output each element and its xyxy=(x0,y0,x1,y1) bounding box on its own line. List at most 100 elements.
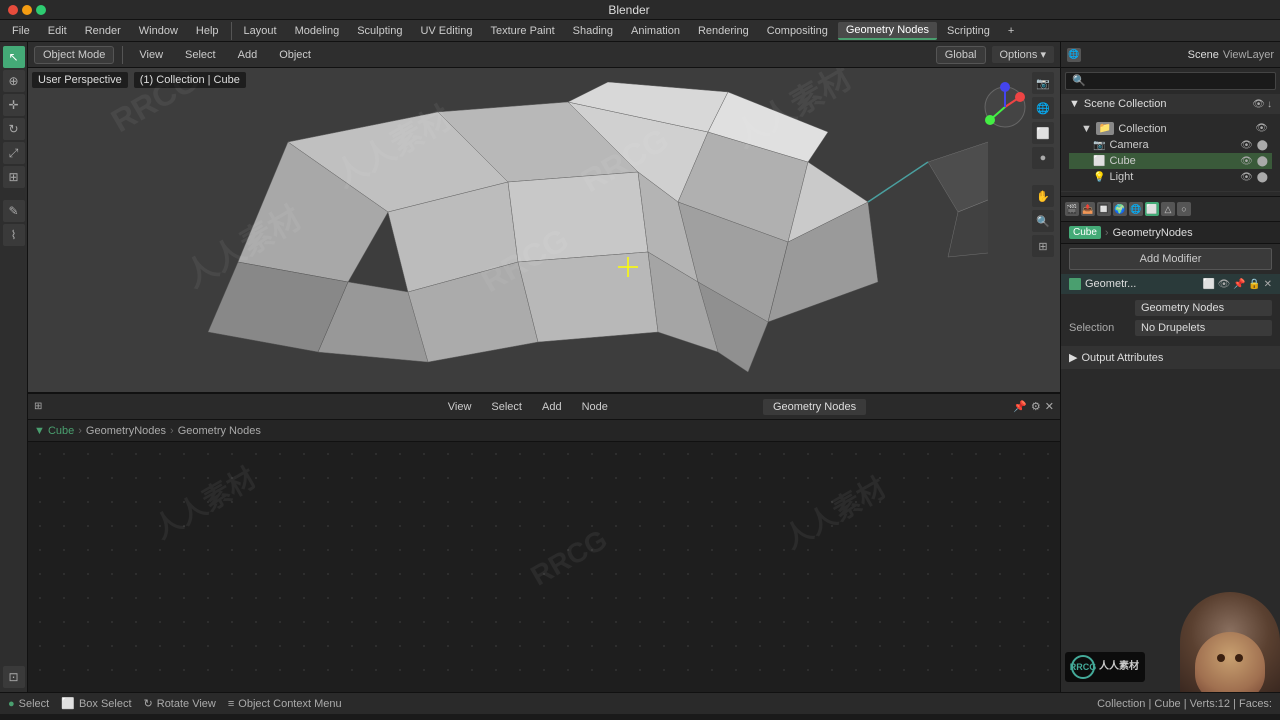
ne-bread-sep1: › xyxy=(78,425,82,437)
menu-geometry-nodes[interactable]: Geometry Nodes xyxy=(838,22,937,40)
menu-window[interactable]: Window xyxy=(131,23,186,39)
ne-canvas[interactable]: ▼ Not Boolean Not xyxy=(28,442,1060,692)
menu-sculpting[interactable]: Sculpting xyxy=(349,23,410,39)
rp-light-sel[interactable]: ⬤ xyxy=(1257,172,1268,183)
add-modifier-btn[interactable]: Add Modifier xyxy=(1069,248,1272,270)
rp-selection-row: Selection No Drupelets xyxy=(1069,320,1272,336)
rp-light-vis[interactable]: 👁 xyxy=(1240,172,1253,183)
rp-prop-output[interactable]: 📤 xyxy=(1081,202,1095,216)
rp-prop-world[interactable]: 🌐 xyxy=(1129,202,1143,216)
vp-options-btn[interactable]: Options ▾ xyxy=(992,46,1055,63)
ne-pin-icon[interactable]: 📌 xyxy=(1013,400,1027,413)
rp-coll-vis[interactable]: 👁 xyxy=(1255,123,1268,134)
rp-sel-icon[interactable]: ↓ xyxy=(1267,99,1272,110)
rp-prop-scene[interactable]: 🌍 xyxy=(1113,202,1127,216)
rp-geomod-header[interactable]: Geometr... ⬜ 👁 📌 🔒 ✕ xyxy=(1061,274,1280,294)
vp-icon-globe[interactable]: 🌐 xyxy=(1032,97,1054,119)
rp-prop-mesh[interactable]: △ xyxy=(1161,202,1175,216)
ne-bread-geonodesinner[interactable]: Geometry Nodes xyxy=(178,425,261,437)
viewport-3d[interactable]: Object Mode View Select Add Object Globa… xyxy=(28,42,1060,392)
menu-edit[interactable]: Edit xyxy=(40,23,75,39)
sb-rotate: ↻ Rotate View xyxy=(144,697,216,710)
sidebar-measure-tool[interactable]: ⌇ xyxy=(3,224,25,246)
ne-add[interactable]: Add xyxy=(534,399,570,415)
sidebar-annotate-tool[interactable]: ✎ xyxy=(3,200,25,222)
rp-nodrup-value[interactable]: No Drupelets xyxy=(1135,320,1272,336)
rp-search-input[interactable] xyxy=(1065,72,1276,90)
ne-close-icon[interactable]: ✕ xyxy=(1045,400,1054,413)
ne-view[interactable]: View xyxy=(440,399,480,415)
center-content: Object Mode View Select Add Object Globa… xyxy=(28,42,1060,692)
vp-select[interactable]: Select xyxy=(177,47,224,63)
sidebar-cursor-tool[interactable]: ⊕ xyxy=(3,70,25,92)
vp-icon-zoom[interactable]: 🔍 xyxy=(1032,210,1054,232)
ne-select[interactable]: Select xyxy=(483,399,530,415)
vp-global-btn[interactable]: Global xyxy=(936,46,986,64)
ne-node[interactable]: Node xyxy=(574,399,616,415)
rp-cube-sel[interactable]: ⬤ xyxy=(1257,156,1268,167)
rp-collection-item[interactable]: ▼ 📁 Collection 👁 xyxy=(1069,120,1272,137)
rp-prop-material[interactable]: ○ xyxy=(1177,202,1191,216)
menu-animation[interactable]: Animation xyxy=(623,23,688,39)
rp-vis-icon[interactable]: 👁 xyxy=(1252,99,1265,110)
vp-add[interactable]: Add xyxy=(230,47,266,63)
menu-help[interactable]: Help xyxy=(188,23,227,39)
rp-mod-color xyxy=(1069,278,1081,290)
vp-icon-camera[interactable]: 📷 xyxy=(1032,72,1054,94)
menu-compositing[interactable]: Compositing xyxy=(759,23,836,39)
rp-light-item[interactable]: 💡 Light 👁 ⬤ xyxy=(1069,169,1272,185)
menu-shading[interactable]: Shading xyxy=(565,23,621,39)
ne-type-selector[interactable]: ⊞ xyxy=(34,401,42,412)
orientation-gizmo[interactable] xyxy=(980,82,1030,132)
vp-icon-ortho[interactable]: ⊞ xyxy=(1032,235,1054,257)
rp-icon-scene[interactable]: 🌐 xyxy=(1067,48,1081,62)
rp-outattr-header[interactable]: ▶ Output Attributes xyxy=(1061,347,1280,368)
rp-prop-view-layer[interactable]: 🔲 xyxy=(1097,202,1111,216)
rp-coll-icon: 📁 xyxy=(1096,122,1114,135)
sidebar-select-tool[interactable]: ↖ xyxy=(3,46,25,68)
sb-ctx-label: Object Context Menu xyxy=(238,698,341,710)
window-controls[interactable] xyxy=(8,5,46,15)
rp-cube-item[interactable]: ⬜ Cube 👁 ⬤ xyxy=(1069,153,1272,169)
ne-settings-icon[interactable]: ⚙ xyxy=(1031,400,1041,413)
vp-mode-btn[interactable]: Object Mode xyxy=(34,46,114,64)
menu-file[interactable]: File xyxy=(4,23,38,39)
vp-icon-render[interactable]: ● xyxy=(1032,147,1054,169)
sidebar-transform-tool[interactable]: ⊞ xyxy=(3,166,25,188)
sidebar-move-tool[interactable]: ✛ xyxy=(3,94,25,116)
sidebar-rotate-tool[interactable]: ↻ xyxy=(3,118,25,140)
sb-info: Collection | Cube | Verts:12 | Faces: xyxy=(354,698,1272,710)
menu-scripting[interactable]: Scripting xyxy=(939,23,998,39)
menu-texture-paint[interactable]: Texture Paint xyxy=(482,23,562,39)
menu-layout[interactable]: Layout xyxy=(236,23,285,39)
sb-select-label: Select xyxy=(19,698,50,710)
rp-mod-icons[interactable]: ⬜ 👁 📌 🔒 ✕ xyxy=(1202,279,1272,290)
rp-scene-collection-header[interactable]: ▼ Scene Collection 👁 ↓ xyxy=(1061,94,1280,114)
ne-bread-cube[interactable]: ▼ Cube xyxy=(34,425,74,437)
maximize-button[interactable] xyxy=(36,5,46,15)
menu-rendering[interactable]: Rendering xyxy=(690,23,757,39)
rp-cam-vis[interactable]: 👁 xyxy=(1240,140,1253,151)
rp-cube-vis[interactable]: 👁 xyxy=(1240,156,1253,167)
rp-prop-icons: 🎬 📤 🔲 🌍 🌐 ⬜ △ ○ xyxy=(1061,196,1280,222)
close-button[interactable] xyxy=(8,5,18,15)
rp-prop-render[interactable]: 🎬 xyxy=(1065,202,1079,216)
vp-object[interactable]: Object xyxy=(271,47,319,63)
menu-render[interactable]: Render xyxy=(77,23,129,39)
menu-add[interactable]: + xyxy=(1000,23,1022,39)
rp-avatar-area: RRCG 人人素材 xyxy=(1061,369,1280,692)
rp-geomod-value[interactable]: Geometry Nodes xyxy=(1135,300,1272,316)
menu-modeling[interactable]: Modeling xyxy=(287,23,348,39)
vp-view[interactable]: View xyxy=(131,47,171,63)
sb-box-label: Box Select xyxy=(79,698,132,710)
ne-bread-geonodes[interactable]: GeometryNodes xyxy=(86,425,166,437)
sidebar-scale-tool[interactable]: ⤢ xyxy=(3,142,25,164)
rp-camera-item[interactable]: 📷 Camera 👁 ⬤ xyxy=(1069,137,1272,153)
rp-cam-sel[interactable]: ⬤ xyxy=(1257,140,1268,151)
menu-uv-editing[interactable]: UV Editing xyxy=(412,23,480,39)
minimize-button[interactable] xyxy=(22,5,32,15)
sidebar-transform-orient[interactable]: ⊡ xyxy=(3,666,25,688)
rp-prop-object[interactable]: ⬜ xyxy=(1145,202,1159,216)
vp-icon-display[interactable]: ⬜ xyxy=(1032,122,1054,144)
vp-icon-hand[interactable]: ✋ xyxy=(1032,185,1054,207)
